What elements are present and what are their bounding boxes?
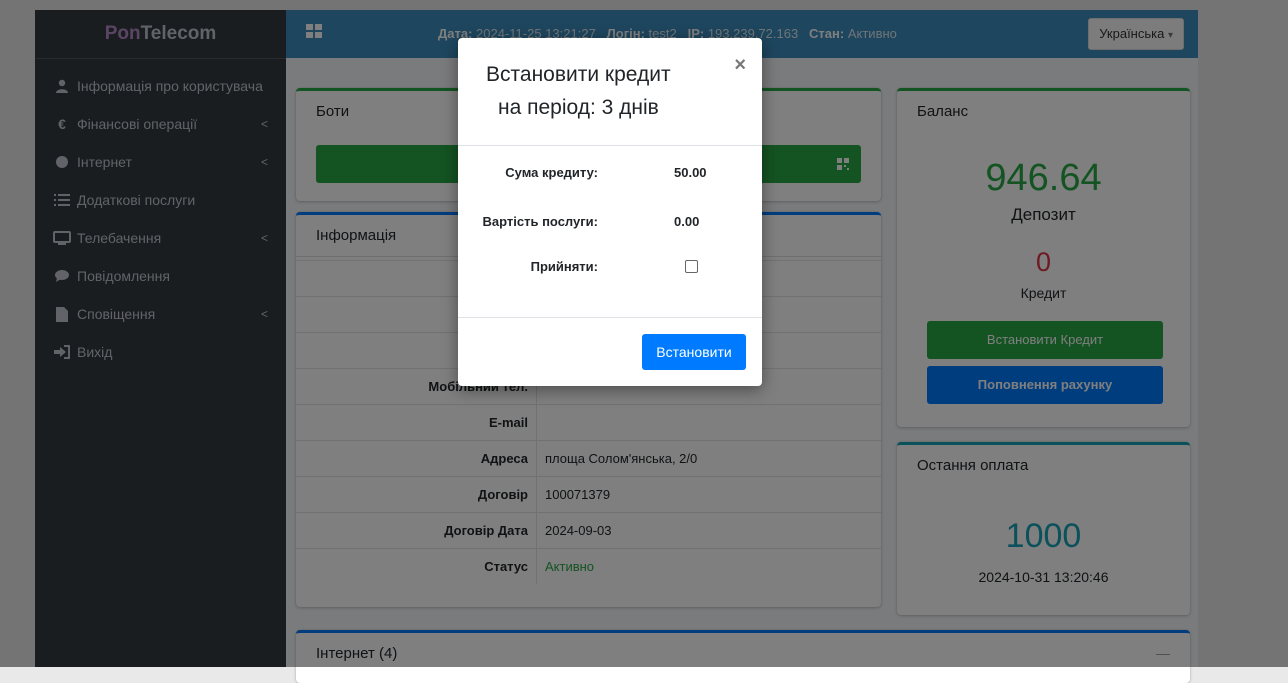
- accept-checkbox[interactable]: [685, 260, 698, 273]
- modal-title-line2: на період: 3 днів: [498, 96, 659, 119]
- service-cost-value: 0.00: [674, 214, 700, 229]
- credit-sum-label: Сума кредиту:: [505, 165, 598, 180]
- credit-sum-value: 50.00: [674, 165, 707, 180]
- service-cost-label: Вартість послуги:: [482, 214, 598, 229]
- close-icon[interactable]: ×: [734, 54, 746, 77]
- accept-label: Прийняти:: [530, 259, 598, 274]
- modal-header-divider: [458, 145, 762, 146]
- modal-title: Встановити кредит на період: 3 днів: [486, 58, 716, 124]
- set-credit-modal: Встановити кредит на період: 3 днів × Су…: [458, 38, 762, 386]
- submit-credit-button[interactable]: Встановити: [642, 334, 746, 370]
- modal-footer-divider: [458, 317, 762, 318]
- modal-title-line1: Встановити кредит: [486, 63, 671, 86]
